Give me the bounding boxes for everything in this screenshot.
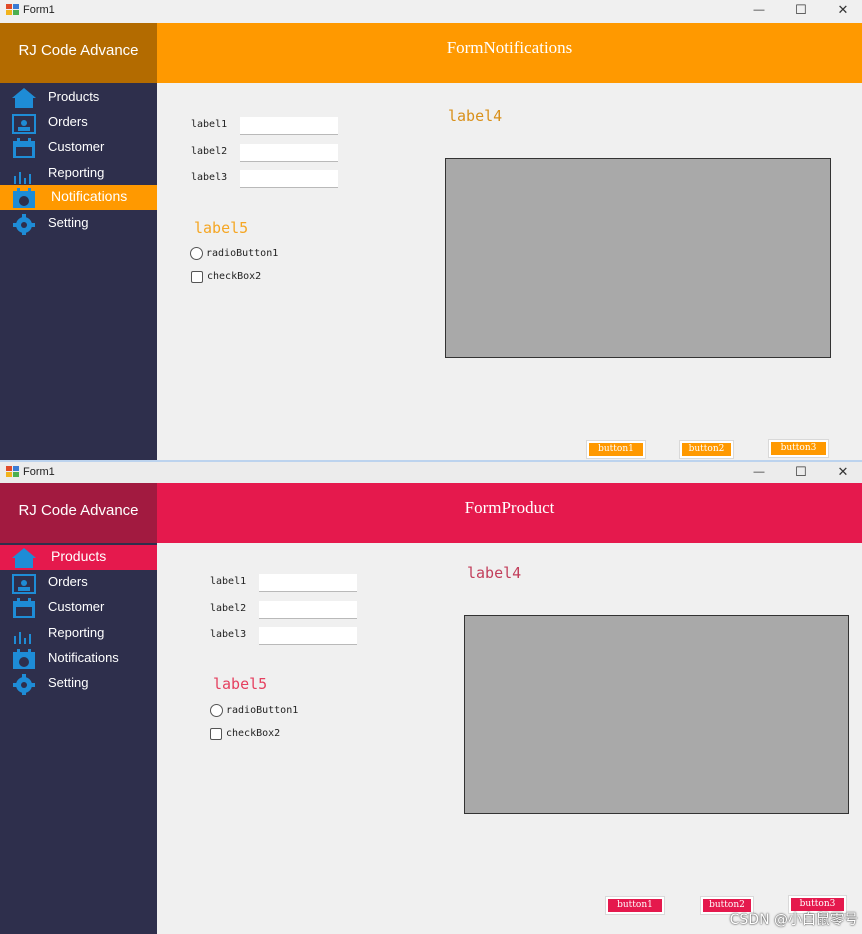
button1[interactable]: button1	[587, 441, 645, 458]
sidebar: RJ Code Advance Products Orders Customer…	[0, 23, 157, 460]
sidebar-item-orders[interactable]: Orders	[0, 110, 157, 135]
panel	[445, 158, 831, 358]
sidebar-item-setting[interactable]: Setting	[0, 671, 157, 696]
sidebar-item-customer[interactable]: Customer	[0, 135, 157, 160]
sidebar-item-label: Notifications	[51, 188, 128, 204]
home-icon	[12, 548, 36, 568]
calendar-clock-icon	[13, 649, 35, 669]
app-icon	[6, 4, 19, 16]
label5: label5	[213, 675, 268, 693]
label3: label3	[210, 629, 247, 640]
checkbox[interactable]	[191, 271, 203, 283]
button1[interactable]: button1	[606, 897, 664, 914]
checkbox-label: checkBox2	[207, 271, 262, 282]
window-title: Form1	[23, 466, 55, 478]
label5: label5	[194, 219, 249, 237]
label2: label2	[210, 603, 247, 614]
sidebar-item-orders[interactable]: Orders	[0, 570, 157, 595]
checkbox-label: checkBox2	[226, 728, 281, 739]
panel	[464, 615, 849, 814]
calendar-icon	[13, 598, 35, 618]
sidebar-item-label: Reporting	[48, 625, 105, 640]
calendar-clock-icon	[13, 188, 35, 208]
sidebar-item-label: Setting	[48, 215, 89, 230]
sidebar-item-products[interactable]: Products	[0, 545, 157, 570]
minimize-button[interactable]: —	[738, 0, 780, 22]
page-title: FormNotifications	[157, 23, 862, 83]
textbox-2[interactable]	[259, 601, 357, 619]
label4: label4	[448, 107, 503, 125]
textbox-3[interactable]	[240, 170, 338, 188]
label1: label1	[191, 119, 228, 130]
sidebar-item-label: Setting	[48, 675, 89, 690]
maximize-button[interactable]: ☐	[780, 0, 822, 22]
bar-chart-icon	[14, 632, 31, 644]
logo: RJ Code Advance	[0, 483, 157, 543]
textbox-3[interactable]	[259, 627, 357, 645]
gear-icon	[13, 674, 35, 695]
sidebar-item-label: Products	[48, 89, 100, 104]
sidebar-item-reporting[interactable]: Reporting	[0, 161, 157, 186]
form1-window-product: Form1 — ☐ ✕ RJ Code Advance Products Ord…	[0, 460, 862, 934]
sidebar-item-reporting[interactable]: Reporting	[0, 621, 157, 646]
sidebar-item-label: Reporting	[48, 165, 105, 180]
sidebar: RJ Code Advance Products Orders Customer…	[0, 483, 157, 934]
label2: label2	[191, 146, 228, 157]
label3: label3	[191, 172, 228, 183]
sidebar-item-notifications[interactable]: Notifications	[0, 185, 157, 210]
title-bar[interactable]: Form1 — ☐ ✕	[0, 460, 862, 483]
button3[interactable]: button3	[769, 440, 828, 457]
minimize-button[interactable]: —	[738, 462, 780, 484]
sidebar-item-label: Notifications	[48, 650, 119, 665]
sidebar-item-label: Products	[51, 548, 107, 564]
label1: label1	[210, 576, 247, 587]
checkbox[interactable]	[210, 728, 222, 740]
maximize-button[interactable]: ☐	[780, 462, 822, 484]
form1-window-notifications: Form1 — ☐ ✕ RJ Code Advance Products Ord…	[0, 0, 862, 460]
sidebar-item-products[interactable]: Products	[0, 85, 157, 110]
radio-button-label: radioButton1	[206, 248, 279, 259]
watermark: CSDN @小白鼠零号	[729, 912, 858, 928]
calendar-icon	[13, 138, 35, 158]
sidebar-item-label: Orders	[48, 114, 88, 129]
sidebar-item-label: Customer	[48, 599, 105, 614]
gear-icon	[13, 214, 35, 235]
close-button[interactable]: ✕	[822, 0, 862, 22]
page-title: FormProduct	[157, 483, 862, 543]
label4: label4	[467, 564, 522, 582]
sidebar-item-setting[interactable]: Setting	[0, 211, 157, 236]
home-icon	[12, 88, 36, 108]
radio-button-label: radioButton1	[226, 705, 299, 716]
sidebar-item-notifications[interactable]: Notifications	[0, 646, 157, 671]
sidebar-item-label: Customer	[48, 139, 105, 154]
textbox-1[interactable]	[240, 117, 338, 135]
radio-button[interactable]	[210, 704, 223, 717]
title-bar[interactable]: Form1 — ☐ ✕	[0, 0, 862, 23]
bar-chart-icon	[14, 172, 31, 184]
radio-button[interactable]	[190, 247, 203, 260]
window-title: Form1	[23, 4, 55, 16]
sidebar-item-customer[interactable]: Customer	[0, 595, 157, 620]
sidebar-item-label: Orders	[48, 574, 88, 589]
logo: RJ Code Advance	[0, 23, 157, 83]
app-icon	[6, 466, 19, 478]
close-button[interactable]: ✕	[822, 462, 862, 484]
textbox-2[interactable]	[240, 144, 338, 162]
orders-icon	[12, 114, 36, 134]
button2[interactable]: button2	[680, 441, 733, 458]
textbox-1[interactable]	[259, 574, 357, 592]
orders-icon	[12, 574, 36, 594]
